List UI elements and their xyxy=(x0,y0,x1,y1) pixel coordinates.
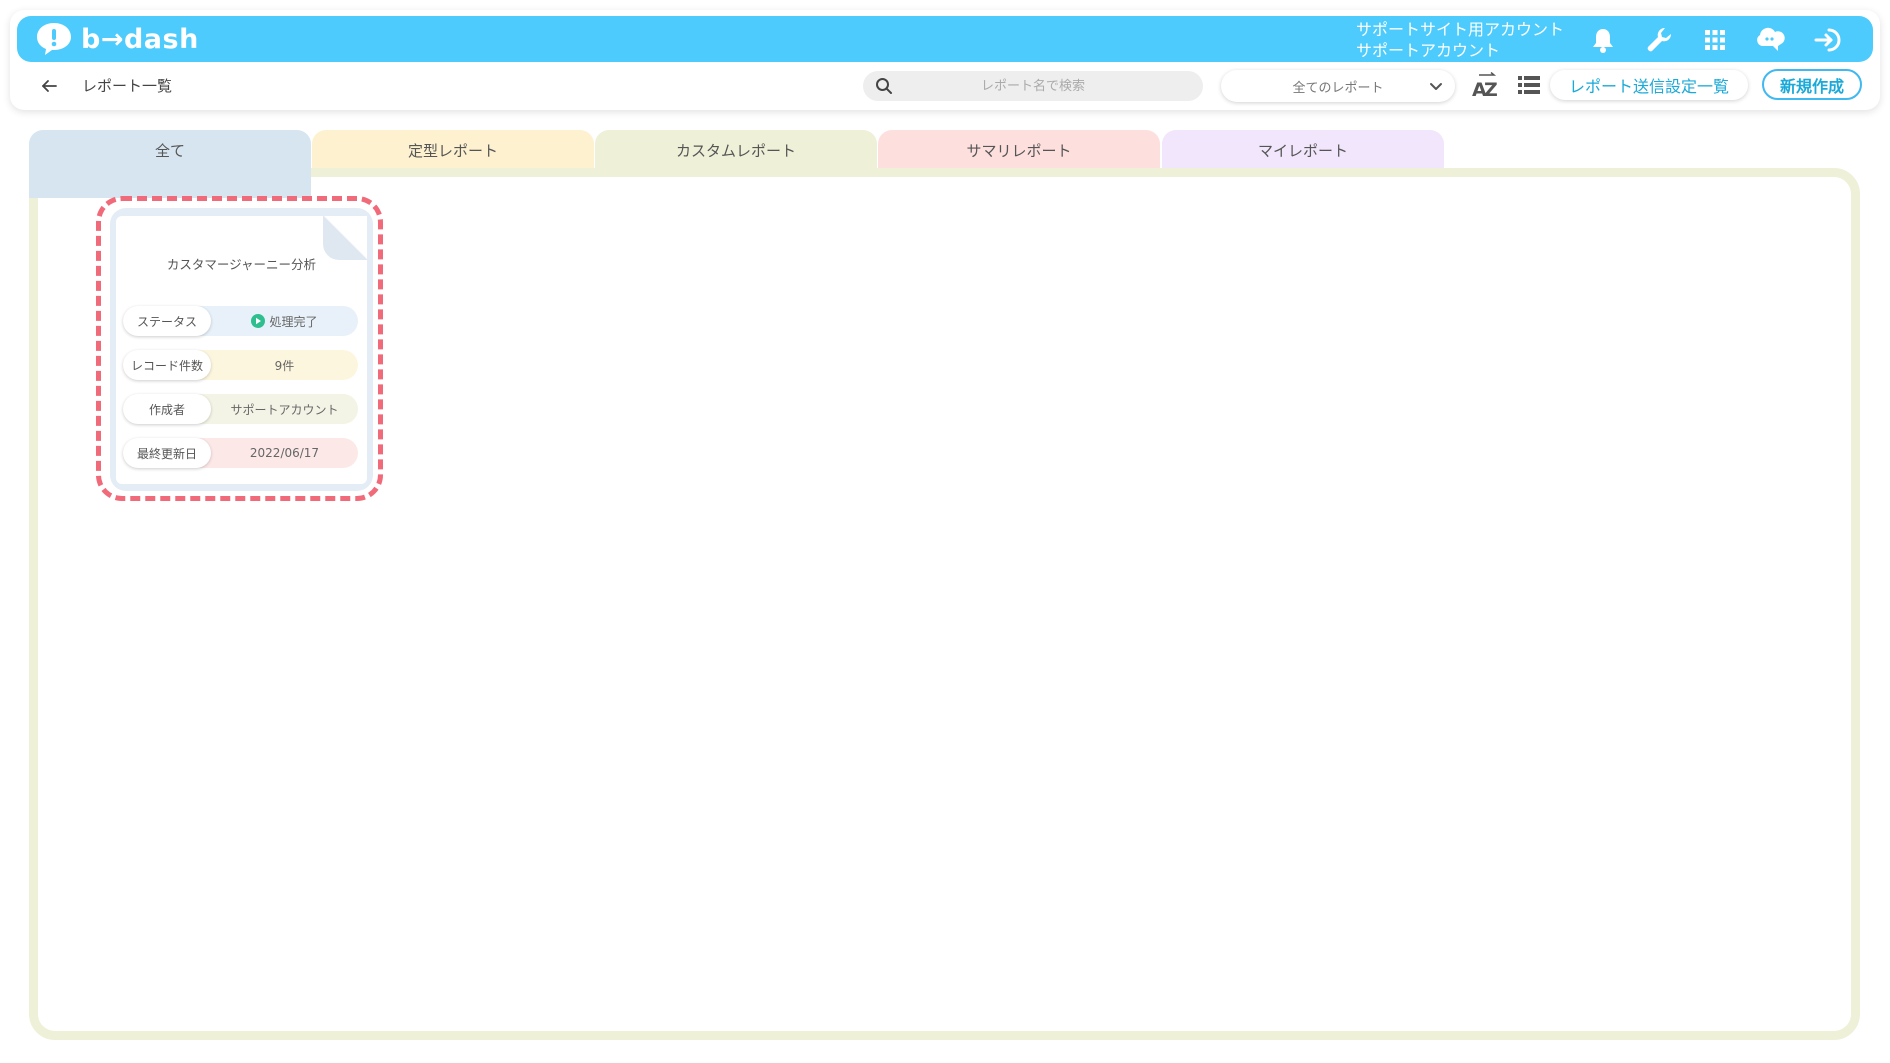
bell-icon[interactable] xyxy=(1585,22,1621,58)
grid-icon[interactable] xyxy=(1697,22,1733,58)
account-line-2: サポートアカウント xyxy=(1356,41,1501,60)
card-highlight-outline xyxy=(96,196,383,501)
logo-icon xyxy=(37,23,71,55)
tab-standard-report[interactable]: 定型レポート xyxy=(312,130,594,170)
top-bar: b→dash サポートサイト用アカウント サポートアカウント xyxy=(17,16,1873,62)
list-view-icon[interactable] xyxy=(1517,74,1541,96)
back-arrow-icon[interactable] xyxy=(36,74,62,98)
chevron-down-icon xyxy=(1430,83,1442,90)
header: b→dash サポートサイト用アカウント サポートアカウント レポート一覧 レポ… xyxy=(10,10,1880,110)
cloud-chat-icon[interactable] xyxy=(1752,22,1788,58)
search-input[interactable] xyxy=(863,70,1203,102)
report-send-settings-button[interactable]: レポート送信設定一覧 xyxy=(1550,70,1748,100)
filter-selected-value: 全てのレポート xyxy=(1292,80,1384,96)
logo[interactable]: b→dash xyxy=(35,21,199,57)
account-info[interactable]: サポートサイト用アカウント サポートアカウント xyxy=(1356,19,1564,61)
toolbar: レポート一覧 全てのレポート A Z xyxy=(10,62,1880,110)
tab-all[interactable]: 全て xyxy=(29,130,311,170)
tab-my-report[interactable]: マイレポート xyxy=(1162,130,1444,170)
new-report-button[interactable]: 新規作成 xyxy=(1762,69,1862,100)
tab-summary-report[interactable]: サマリレポート xyxy=(878,130,1160,170)
account-line-1: サポートサイト用アカウント xyxy=(1356,20,1565,39)
sort-az-icon[interactable]: A Z xyxy=(1470,71,1500,101)
tab-custom-report[interactable]: カスタムレポート xyxy=(595,130,877,170)
search-box[interactable] xyxy=(863,70,1203,102)
search-icon xyxy=(876,78,892,94)
svg-text:Z: Z xyxy=(1484,79,1498,100)
logout-icon[interactable] xyxy=(1810,22,1846,58)
active-tab-connector xyxy=(29,168,311,198)
page-title: レポート一覧 xyxy=(82,77,173,95)
wrench-icon[interactable] xyxy=(1641,22,1677,58)
report-filter-select[interactable]: 全てのレポート xyxy=(1221,70,1455,102)
logo-text: b→dash xyxy=(81,23,199,55)
